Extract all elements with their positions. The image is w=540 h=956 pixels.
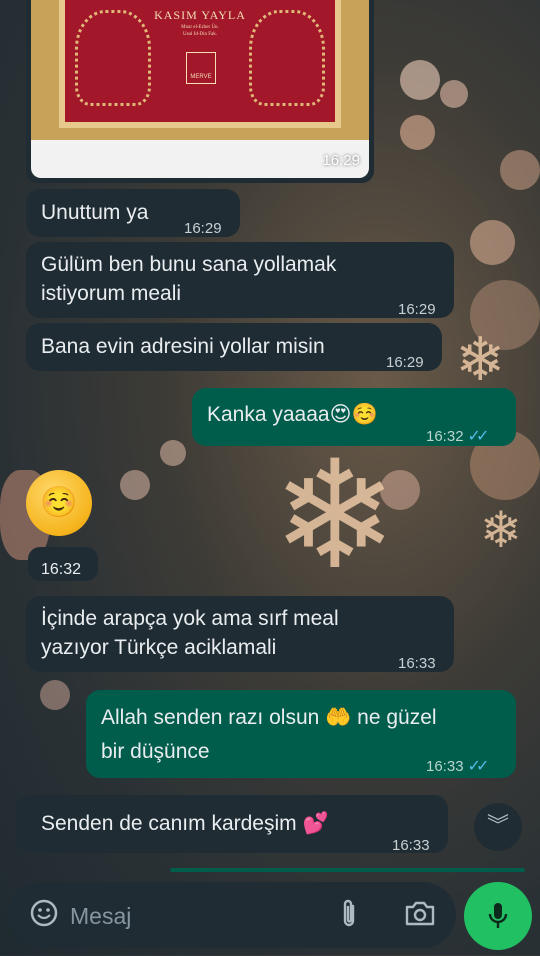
incoming-message[interactable]: Senden de canım kardeşim 💕 16:33 [16,795,448,854]
background-bokeh [380,470,420,510]
message-status: 16:32 ✓✓ [426,422,490,451]
background-bokeh [40,680,70,710]
two-hearts-emoji: 💕 [302,811,329,835]
background-bokeh [470,220,515,265]
background-bokeh [160,440,186,466]
background-bokeh [500,150,540,190]
message-text-line: istiyorum meali [41,282,182,305]
camera-icon [405,901,435,926]
message-text: Senden de canım kardeşim [41,812,297,835]
background-bokeh [400,115,435,150]
book-author: KASIM YAYLA [154,8,246,22]
message-time: 16:29 [322,152,360,169]
message-time: 16:32 [426,428,464,445]
emoji-icon [30,899,58,927]
message-text: Bana evin adresini yollar misin [41,335,325,358]
snowflake-decoration: ❄ [272,431,398,599]
large-emoji-message[interactable]: ☺️ [26,470,92,536]
message-time: 16:29 [398,301,436,318]
message-text-line: İçinde arapça yok ama sırf meal [41,607,339,630]
scroll-to-bottom-button[interactable]: ︾ [474,803,522,851]
incoming-message[interactable]: Bana evin adresini yollar misin 16:29 [26,323,442,371]
message-time: 16:33 [426,758,464,775]
message-text-line: yazıyor Türkçe aciklamali [41,636,277,659]
read-ticks-icon: ✓✓ [467,758,490,775]
incoming-message[interactable]: Unuttum ya 16:29 [26,189,240,237]
snowflake-decoration: ❄ [455,326,506,393]
background-bokeh [440,80,468,108]
message-text: Allah senden razı olsun [101,706,320,729]
publisher-logo: MERVE [186,52,216,84]
message-status: 16:33 ✓✓ [426,752,490,781]
praying-hands-emoji: 🤲 [325,705,352,729]
background-bokeh [470,280,540,350]
message-text-line: Gülüm ben bunu sana yollamak [41,253,337,276]
message-composer [8,882,456,948]
message-time: 16:29 [184,220,222,237]
message-text: Unuttum ya [41,201,149,224]
message-content: Kanka yaaaa😍☺️ [207,400,378,429]
outgoing-message[interactable]: Kanka yaaaa😍☺️ 16:32 ✓✓ [192,388,516,446]
image-footer [31,140,369,178]
microphone-button[interactable] [464,882,532,950]
emoji-button[interactable] [28,898,60,930]
message-input[interactable] [68,896,312,936]
message-time: 16:29 [386,354,424,371]
snowflake-decoration: ❄ [480,502,522,558]
microphone-icon [488,903,508,928]
message-text: Kanka yaaaa [207,403,330,426]
paperclip-icon [343,899,355,927]
read-ticks-icon: ✓✓ [467,428,490,445]
message-time: 16:33 [398,655,436,672]
book-cover-image: KASIM YAYLA Mısır el-Ezher Ün. Usul Id-D… [31,0,369,140]
message-text: ne güzel [357,706,437,729]
background-bokeh [120,470,150,500]
outgoing-message-edge [170,868,525,872]
attach-button[interactable] [334,898,364,932]
book-subtitle: Mısır el-Ezher Ün. Usul Id-Din Fak. [181,25,219,37]
incoming-message[interactable]: Gülüm ben bunu sana yollamak istiyorum m… [26,242,454,318]
camera-button[interactable] [400,898,440,932]
chevron-double-down-icon: ︾ [486,813,509,838]
message-text-line: Allah senden razı olsun 🤲 ne güzel [101,703,437,732]
incoming-message[interactable]: İçinde arapça yok ama sırf meal yazıyor … [26,596,454,672]
message-time: 16:33 [392,837,430,854]
book-cover-panel: KASIM YAYLA Mısır el-Ezher Ün. Usul Id-D… [59,0,341,128]
message-content: Senden de canım kardeşim 💕 [41,809,329,838]
outgoing-message[interactable]: Allah senden razı olsun 🤲 ne güzel bir d… [86,690,516,778]
emoji-message-time-pill: 16:32 [28,547,98,581]
message-text-line: bir düşünce [101,740,210,763]
emoji-heart-eyes-smile: 😍☺️ [329,402,378,426]
image-message[interactable]: KASIM YAYLA Mısır el-Ezher Ün. Usul Id-D… [26,0,374,183]
background-bokeh [400,60,440,100]
message-time: 16:32 [41,561,82,578]
